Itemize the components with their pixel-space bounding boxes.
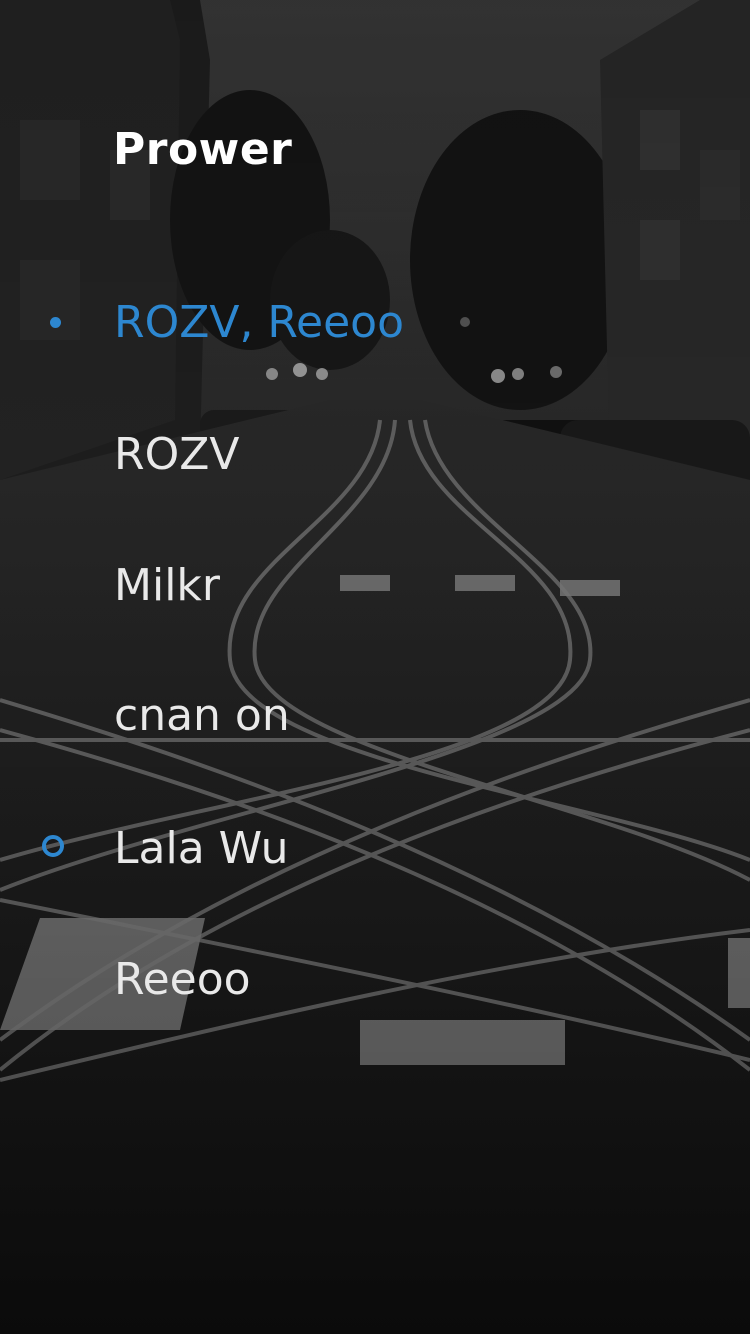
menu-item-label: Reeoo xyxy=(114,954,251,1005)
menu-item-reeoo[interactable]: Reeoo xyxy=(0,950,750,1040)
selected-dot-icon xyxy=(50,317,61,328)
menu-item-lala-wu[interactable]: Lala Wu xyxy=(0,819,750,909)
menu-item-milkr[interactable]: Milkr xyxy=(0,556,750,646)
menu-item-label: ROZV, Reeoo xyxy=(114,297,404,348)
menu-item-rozv-reeoo[interactable]: ROZV, Reeoo xyxy=(0,293,750,383)
menu-item-label: ROZV xyxy=(114,429,240,480)
menu-title: Prower xyxy=(113,124,293,175)
menu-item-label: Milkr xyxy=(114,560,220,611)
menu-item-rozv[interactable]: ROZV xyxy=(0,425,750,515)
menu-screen: Prower ROZV, Reeoo ROZV Milkr cnan on La… xyxy=(0,0,750,1334)
ring-icon xyxy=(42,835,64,857)
menu-item-cnan-on[interactable]: cnan on xyxy=(0,686,750,776)
menu-item-label: cnan on xyxy=(114,690,290,741)
menu-item-label: Lala Wu xyxy=(114,823,289,874)
dark-overlay xyxy=(0,0,750,1334)
